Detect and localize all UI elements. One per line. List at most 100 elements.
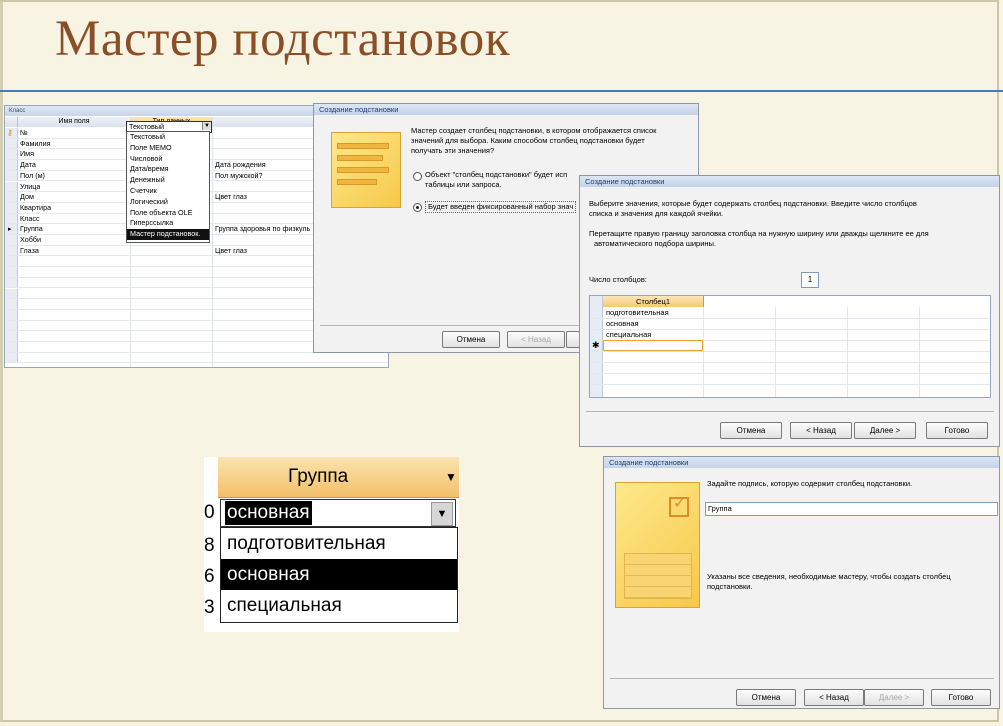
columns-count-input[interactable]: 1: [801, 272, 819, 288]
description-cell[interactable]: Группа здоровья по физкуль: [215, 224, 310, 234]
field-name-cell[interactable]: Фамилия: [20, 139, 51, 149]
back-button[interactable]: < Назад: [507, 331, 565, 348]
field-name-cell[interactable]: Класс: [20, 214, 40, 224]
cancel-button[interactable]: Отмена: [736, 689, 796, 706]
field-name-cell[interactable]: Квартира: [20, 203, 51, 213]
zoom-header-label: Группа: [288, 466, 349, 487]
cancel-button[interactable]: Отмена: [442, 331, 500, 348]
wizard-illustration-icon: [331, 132, 401, 208]
zoom-combo-box[interactable]: основная ▼: [220, 499, 456, 527]
row-number: 0: [204, 502, 215, 523]
new-row-cell[interactable]: [603, 340, 703, 351]
row-selector[interactable]: [5, 267, 18, 277]
list-item[interactable]: подготовительная: [221, 528, 457, 559]
primary-key-icon: ⚷: [7, 128, 13, 137]
row-selector[interactable]: [5, 277, 18, 288]
row-selector[interactable]: [5, 202, 18, 213]
row-selector[interactable]: [5, 352, 18, 363]
row-selector[interactable]: [5, 138, 18, 149]
field-name-cell[interactable]: Хобби: [20, 235, 41, 245]
done-text-1: Указаны все сведения, необходимые мастер…: [707, 572, 951, 581]
row-selector[interactable]: [5, 331, 18, 341]
dropdown-option[interactable]: Гиперссылка: [127, 218, 209, 229]
dropdown-option[interactable]: Числовой: [127, 154, 209, 165]
done-text-2: подстановки.: [707, 582, 753, 591]
description-cell[interactable]: Дата рождения: [215, 160, 266, 170]
field-name-cell[interactable]: Пол (м): [20, 171, 45, 181]
back-button[interactable]: < Назад: [804, 689, 864, 706]
finish-button[interactable]: Готово: [931, 689, 991, 706]
row-selector[interactable]: [5, 320, 18, 331]
row-selector[interactable]: [5, 342, 18, 352]
list-item[interactable]: основная: [221, 559, 457, 590]
row-selector[interactable]: [5, 213, 18, 224]
finish-button[interactable]: Готово: [926, 422, 988, 439]
dropdown-option[interactable]: Денежный: [127, 175, 209, 186]
row-number: 8: [204, 535, 215, 556]
description-cell[interactable]: Цвет глаз: [215, 192, 247, 202]
description-cell[interactable]: Пол мужской?: [215, 171, 263, 181]
chevron-down-icon[interactable]: ▼: [445, 465, 457, 489]
caption-prompt: Задайте подпись, которую содержит столбе…: [707, 479, 913, 488]
column-header-1[interactable]: Столбец1: [603, 296, 704, 307]
table-row[interactable]: [5, 352, 388, 364]
row-selector[interactable]: [5, 309, 18, 320]
row-selector[interactable]: [5, 181, 18, 192]
separator: [586, 411, 994, 412]
dropdown-option[interactable]: Поле объекта OLE: [127, 208, 209, 219]
zoom-column-header: Группа ▼: [218, 457, 459, 498]
dropdown-option[interactable]: Логический: [127, 197, 209, 208]
back-button[interactable]: < Назад: [790, 422, 852, 439]
grid-line: [590, 318, 990, 319]
new-row-icon: ✱: [592, 340, 600, 350]
field-name-cell[interactable]: Имя: [20, 149, 34, 159]
header-corner: [5, 117, 18, 127]
radio-lookup-table[interactable]: [413, 172, 422, 181]
value-cell[interactable]: основная: [606, 318, 639, 329]
option-2-label: Будет введен фиксированный набор знач: [425, 201, 577, 213]
header-field-name[interactable]: Имя поля: [18, 117, 131, 127]
caption-input[interactable]: Группа: [705, 502, 998, 516]
chevron-down-icon[interactable]: ▼: [202, 122, 211, 130]
grid-line: [590, 362, 990, 363]
radio-fixed-values[interactable]: [413, 203, 422, 212]
slide-title: Мастер подстановок: [55, 11, 511, 67]
row-selector[interactable]: [5, 160, 18, 170]
wizard-2-text-1a: Выберите значения, которые будет содержа…: [589, 199, 917, 208]
field-name-cell[interactable]: Дата: [20, 160, 36, 170]
row-selector[interactable]: [5, 192, 18, 202]
wizard-window-3: Создание подстановки ✓ Задайте подпись, …: [603, 456, 1000, 709]
next-button[interactable]: Далее >: [854, 422, 916, 439]
field-name-cell[interactable]: Глаза: [20, 246, 39, 256]
next-button[interactable]: [566, 331, 580, 348]
grid-line: [590, 373, 990, 374]
field-name-cell[interactable]: №: [20, 128, 28, 138]
option-1-line-2: таблицы или запроса.: [425, 180, 502, 189]
dropdown-option[interactable]: Мастер подстановок.: [127, 229, 209, 240]
field-name-cell[interactable]: Дом: [20, 192, 34, 202]
dropdown-option[interactable]: Счетчик: [127, 186, 209, 197]
dropdown-option[interactable]: Текстовый: [127, 132, 209, 143]
value-cell[interactable]: специальная: [606, 329, 651, 340]
row-selector[interactable]: [5, 288, 18, 299]
wizard-2-text-2b: автоматического подбора ширины.: [594, 239, 717, 248]
dropdown-option[interactable]: Поле MEMO: [127, 143, 209, 154]
wizard-3-title: Создание подстановки: [604, 457, 999, 468]
description-cell[interactable]: Цвет глаз: [215, 246, 247, 256]
list-item[interactable]: специальная: [221, 590, 457, 621]
field-name-cell[interactable]: Группа: [20, 224, 43, 234]
row-selector[interactable]: [5, 299, 18, 309]
dropdown-option[interactable]: Дата/время: [127, 164, 209, 175]
cancel-button[interactable]: Отмена: [720, 422, 782, 439]
next-button[interactable]: Далее >: [864, 689, 924, 706]
value-cell[interactable]: подготовительная: [606, 307, 669, 318]
field-name-cell[interactable]: Улица: [20, 182, 40, 192]
current-row-icon: ▸: [8, 224, 12, 234]
columns-count-label: Число столбцов:: [589, 275, 647, 284]
row-selector[interactable]: [5, 149, 18, 160]
row-selector[interactable]: [5, 235, 18, 245]
row-selector[interactable]: [5, 170, 18, 181]
row-selector[interactable]: [5, 245, 18, 256]
row-selector[interactable]: [5, 256, 18, 267]
chevron-down-icon[interactable]: ▼: [431, 502, 453, 526]
